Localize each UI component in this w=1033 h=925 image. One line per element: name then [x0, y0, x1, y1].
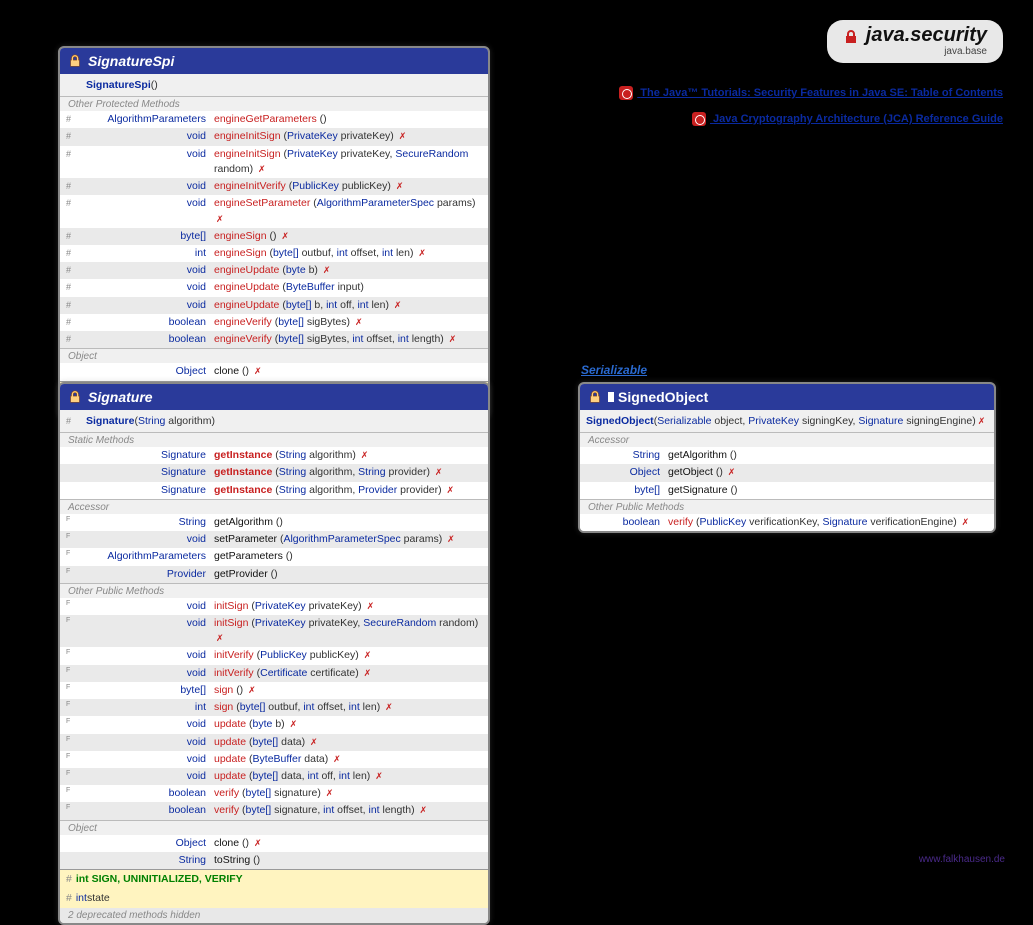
method-row: FvoidinitSign (PrivateKey privateKey, Se… [60, 615, 488, 647]
method-row: #voidengineInitSign (PrivateKey privateK… [60, 146, 488, 178]
class-signedobject: SignedObject SignedObject (Serializable … [578, 382, 996, 533]
method-row: FvoidinitSign (PrivateKey privateKey) ✗ [60, 598, 488, 615]
method-row: Objectclone () ✗ [60, 835, 488, 852]
class-title: SignedObject [618, 389, 708, 405]
method-row: #voidengineUpdate (ByteBuffer input) [60, 279, 488, 296]
method-row: booleanverify (PublicKey verificationKey… [580, 514, 994, 531]
field-row: #int state [60, 889, 488, 908]
lock-icon [588, 390, 602, 404]
method-row: Objectclone () ✗ [60, 363, 488, 380]
section-label: Accessor [580, 432, 994, 447]
method-row: FProvidergetProvider () [60, 566, 488, 583]
section-label: Other Protected Methods [60, 96, 488, 111]
method-row: FvoidinitVerify (Certificate certificate… [60, 665, 488, 682]
oracle-icon [619, 86, 633, 100]
section-label: Other Public Methods [580, 499, 994, 514]
link-jca[interactable]: Java Cryptography Architecture (JCA) Ref… [692, 112, 1003, 126]
method-row: Fintsign (byte[] outbuf, int offset, int… [60, 699, 488, 716]
class-title: SignatureSpi [88, 53, 174, 69]
package-module: java.base [843, 46, 987, 57]
class-header: SignedObject [580, 384, 994, 410]
class-signature: Signature # Signature (String algorithm)… [58, 382, 490, 925]
method-row: Fvoidupdate (byte[] data) ✗ [60, 734, 488, 751]
method-row: byte[]getSignature () [580, 482, 994, 499]
method-row: #intengineSign (byte[] outbuf, int offse… [60, 245, 488, 262]
section-label: Other Public Methods [60, 583, 488, 598]
footer-link[interactable]: www.falkhausen.de [919, 854, 1005, 865]
class-header: Signature [60, 384, 488, 410]
constructor-row: SignatureSpi () [60, 77, 488, 94]
hidden-note: 2 deprecated methods hidden [60, 908, 488, 923]
interface-serializable[interactable]: Serializable [581, 363, 647, 377]
method-row: StringgetAlgorithm () [580, 447, 994, 464]
constructor-row: SignedObject (Serializable object, Priva… [580, 413, 994, 430]
method-row: Fbooleanverify (byte[] signature, int of… [60, 802, 488, 819]
method-row: StringtoString () [60, 852, 488, 869]
method-row: FvoidinitVerify (PublicKey publicKey) ✗ [60, 647, 488, 664]
method-row: #voidengineSetParameter (AlgorithmParame… [60, 195, 488, 227]
method-row: #byte[]engineSign () ✗ [60, 228, 488, 245]
lock-icon [843, 29, 859, 48]
section-label: Static Methods [60, 432, 488, 447]
method-row: SignaturegetInstance (String algorithm, … [60, 464, 488, 481]
method-row: SignaturegetInstance (String algorithm, … [60, 482, 488, 499]
method-row: SignaturegetInstance (String algorithm) … [60, 447, 488, 464]
lock-icon [68, 390, 82, 404]
section-label: Object [60, 820, 488, 835]
method-row: #voidengineUpdate (byte[] b, int off, in… [60, 297, 488, 314]
final-marker-icon [608, 392, 614, 402]
method-row: ObjectgetObject () ✗ [580, 464, 994, 481]
oracle-icon [692, 112, 706, 126]
method-row: #booleanengineVerify (byte[] sigBytes, i… [60, 331, 488, 348]
lock-icon [68, 54, 82, 68]
field-row: #int SIGN, UNINITIALIZED, VERIFY [60, 870, 488, 889]
method-row: #voidengineInitSign (PrivateKey privateK… [60, 128, 488, 145]
class-signaturespi: SignatureSpi SignatureSpi () Other Prote… [58, 46, 490, 418]
package-badge: java.security java.base [827, 20, 1003, 63]
class-header: SignatureSpi [60, 48, 488, 74]
section-label: Accessor [60, 499, 488, 514]
method-row: #AlgorithmParametersengineGetParameters … [60, 111, 488, 128]
package-name: java.security [866, 24, 987, 46]
method-row: Fbyte[]sign () ✗ [60, 682, 488, 699]
method-row: FStringgetAlgorithm () [60, 514, 488, 531]
link-tutorial[interactable]: The Java™ Tutorials: Security Features i… [619, 86, 1003, 100]
method-row: FAlgorithmParametersgetParameters () [60, 548, 488, 565]
method-row: #voidengineUpdate (byte b) ✗ [60, 262, 488, 279]
method-row: #booleanengineVerify (byte[] sigBytes) ✗ [60, 314, 488, 331]
method-row: Fvoidupdate (byte b) ✗ [60, 716, 488, 733]
method-row: Fvoidupdate (byte[] data, int off, int l… [60, 768, 488, 785]
method-row: #voidengineInitVerify (PublicKey publicK… [60, 178, 488, 195]
class-title: Signature [88, 389, 153, 405]
method-row: FvoidsetParameter (AlgorithmParameterSpe… [60, 531, 488, 548]
constructor-row: # Signature (String algorithm) [60, 413, 488, 430]
method-row: Fvoidupdate (ByteBuffer data) ✗ [60, 751, 488, 768]
section-label: Object [60, 348, 488, 363]
method-row: Fbooleanverify (byte[] signature) ✗ [60, 785, 488, 802]
